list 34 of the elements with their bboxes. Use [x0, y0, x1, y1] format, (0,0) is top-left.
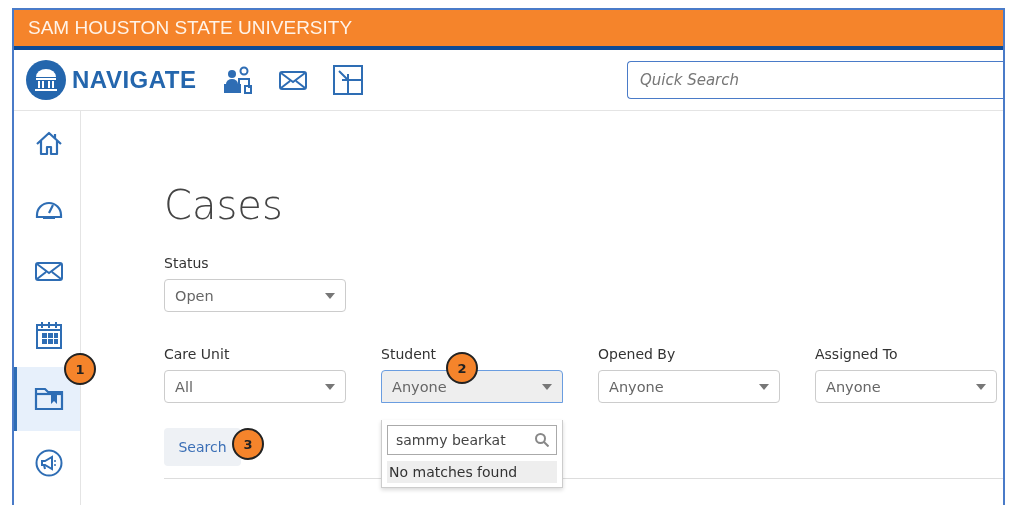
search-button[interactable]: Search — [164, 428, 241, 466]
field-label: Status — [164, 255, 210, 271]
step-number-badge: 3 — [232, 428, 264, 460]
step-number-badge: 1 — [64, 353, 96, 385]
dropdown-search-field[interactable]: sammy bearkat — [387, 425, 557, 455]
brand-name: NAVIGATE — [72, 66, 197, 94]
university-logo-icon — [26, 60, 66, 100]
field-label: Opened By — [598, 346, 677, 362]
page-title: Cases — [164, 185, 284, 225]
people-icon[interactable] — [223, 66, 254, 94]
window-resize-icon[interactable] — [333, 65, 364, 95]
caret-icon — [542, 383, 552, 390]
caret-icon — [325, 383, 335, 390]
mail-icon — [34, 261, 63, 281]
calendar-icon — [34, 320, 63, 350]
dropdown-select[interactable]: Anyone — [815, 370, 997, 403]
no-results-message: No matches found — [387, 461, 557, 483]
home-icon — [34, 130, 63, 156]
dropdown-select[interactable]: Anyone — [598, 370, 780, 403]
megaphone-icon — [34, 449, 63, 477]
field-label: Care Unit — [164, 346, 231, 362]
quick-search-field[interactable]: Quick Search — [627, 61, 1003, 99]
caret-icon — [759, 383, 769, 390]
caret-icon — [325, 292, 335, 299]
caret-icon — [976, 383, 986, 390]
field-label: Assigned To — [815, 346, 899, 362]
search-icon — [535, 433, 549, 447]
field-label: Student — [381, 346, 438, 362]
university-name: SAM HOUSTON STATE UNIVERSITY — [28, 17, 353, 39]
step-number-badge: 2 — [446, 352, 478, 384]
mail-icon[interactable] — [279, 70, 308, 90]
dropdown-select[interactable]: Open — [164, 279, 346, 312]
folder-icon — [33, 386, 64, 412]
dropdown-select[interactable]: All — [164, 370, 346, 403]
